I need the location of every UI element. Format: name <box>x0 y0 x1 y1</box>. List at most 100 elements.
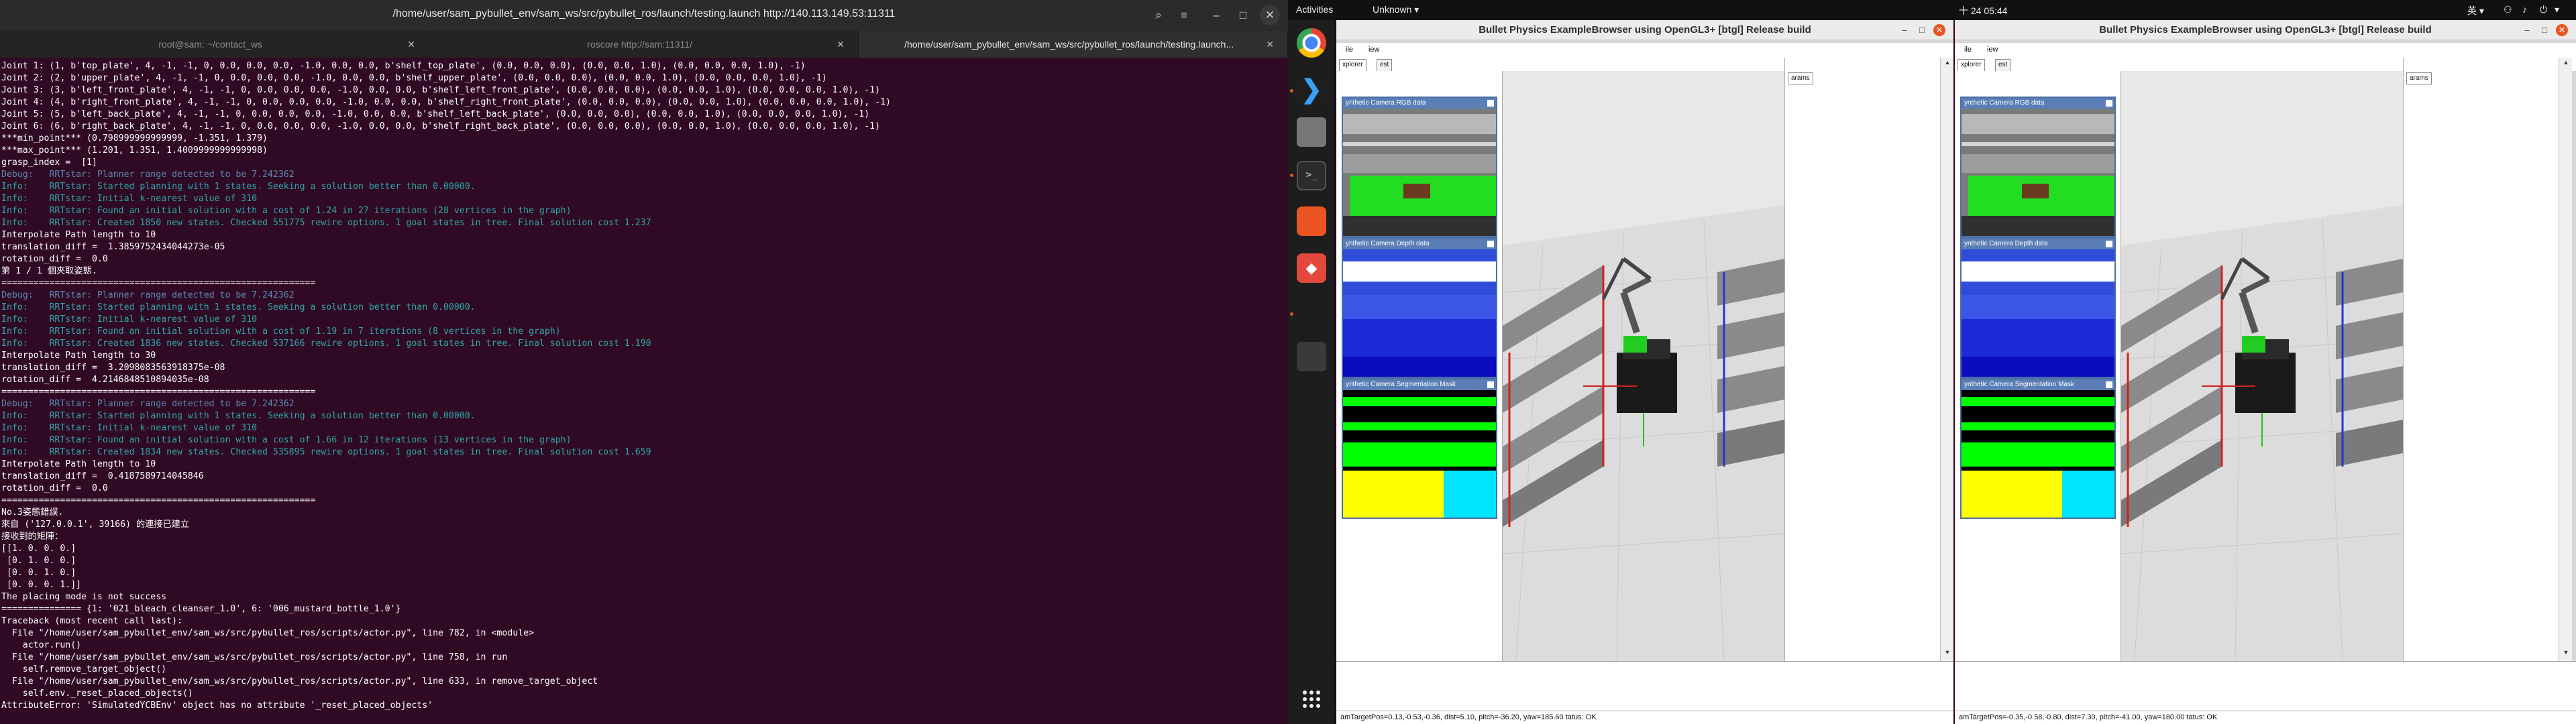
terminal-line: Info: RRTstar: Created 1836 new states. … <box>1 339 651 349</box>
power-icon[interactable]: ⏻ <box>2540 4 2547 15</box>
terminal-line: Traceback (most recent call last): <box>1 616 182 626</box>
running-indicator <box>1290 89 1293 93</box>
minimize-icon[interactable]: – <box>1898 24 1911 36</box>
panel-close-icon[interactable] <box>1487 381 1494 388</box>
terminal-line: 接收到的矩陣： <box>1 532 64 542</box>
rgb-camera-panel[interactable]: ynthetic Camera RGB data <box>1342 97 1497 237</box>
dock: ❯ >_ ◆ <box>1288 0 1335 724</box>
depth-camera-panel[interactable]: ynthetic Camera Depth data <box>1960 237 2116 378</box>
terminal-line: File "/home/user/sam_pybullet_env/sam_ws… <box>1 652 508 662</box>
panel-close-icon[interactable] <box>2106 381 2112 388</box>
terminal-line: [[1. 0. 0. 0.] <box>1 544 76 554</box>
terminal-line: Interpolate Path length to 30 <box>1 351 156 361</box>
files-icon[interactable] <box>1297 117 1326 147</box>
chevron-down-icon[interactable]: ▾ <box>2555 4 2559 15</box>
tab-label: roscore http://sam:11311/ <box>587 39 692 50</box>
console-pane[interactable] <box>1336 661 1953 711</box>
maximize-icon[interactable]: □ <box>2538 24 2551 36</box>
tab-explorer[interactable]: xplorer <box>1957 59 1985 71</box>
scroll-up-icon[interactable]: ▲ <box>2561 59 2571 68</box>
show-apps-icon[interactable] <box>1303 690 1320 708</box>
panel-close-icon[interactable] <box>1487 241 1494 247</box>
left-pane: ynthetic Camera RGB data ynthetic Camera… <box>1955 71 2121 661</box>
terminal-line: Info: RRTstar: Created 1850 new states. … <box>1 218 651 228</box>
software-icon[interactable] <box>1297 206 1326 236</box>
panel-header: ynthetic Camera RGB data <box>1962 98 2114 109</box>
scrollbar[interactable]: ▲ ▼ <box>2559 58 2572 661</box>
menu-file[interactable]: ile <box>1346 46 1353 54</box>
terminal-line: [0. 0. 1. 0.] <box>1 568 76 578</box>
chrome-icon[interactable] <box>1297 28 1326 58</box>
bullet-app-icon[interactable] <box>1297 342 1326 371</box>
3d-viewport[interactable] <box>1503 71 1784 661</box>
tab-test[interactable]: est <box>1377 59 1393 71</box>
tab-test[interactable]: est <box>1995 59 2011 71</box>
close-icon[interactable]: ✕ <box>1933 24 1945 36</box>
vscode-icon[interactable]: ❯ <box>1297 75 1326 105</box>
menu-view[interactable]: iew <box>1987 46 1998 54</box>
terminal-line: Debug: RRTstar: Planner range detected t… <box>1 399 294 409</box>
maximize-icon[interactable]: □ <box>1233 5 1253 25</box>
minimize-icon[interactable]: – <box>2521 24 2533 36</box>
minimize-icon[interactable]: – <box>1206 5 1226 25</box>
window-titlebar[interactable]: Bullet Physics ExampleBrowser using Open… <box>1955 20 2576 40</box>
close-icon[interactable]: ✕ <box>1260 5 1280 25</box>
search-icon[interactable]: ⌕ <box>1148 5 1169 25</box>
menu-file[interactable]: ile <box>1964 46 1972 54</box>
console-pane[interactable] <box>1955 661 2576 711</box>
terminal-line: 來自 ('127.0.0.1', 39166) 的連接已建立 <box>1 520 190 530</box>
maximize-icon[interactable]: □ <box>1916 24 1928 36</box>
terminal-line: Info: RRTstar: Initial k-nearest value o… <box>1 423 258 433</box>
network-icon[interactable]: ⚇ <box>2504 4 2512 15</box>
terminal-tab[interactable]: roscore http://sam:11311/ ✕ <box>429 31 859 58</box>
terminal-tab-active[interactable]: /home/user/sam_pybullet_env/sam_ws/src/p… <box>859 31 1288 58</box>
close-icon[interactable]: ✕ <box>2556 24 2568 36</box>
panel-close-icon[interactable] <box>1487 100 1494 107</box>
panel-title: ynthetic Camera Segmentation Mask <box>1964 381 2074 388</box>
tab-close-icon[interactable]: ✕ <box>837 31 845 58</box>
terminal-line: Interpolate Path length to 10 <box>1 230 156 240</box>
terminal-line: Debug: RRTstar: Planner range detected t… <box>1 290 294 300</box>
terminal-line: ========================================… <box>1 387 316 397</box>
tab-explorer[interactable]: xplorer <box>1339 59 1366 71</box>
git-icon[interactable]: ◆ <box>1297 253 1326 283</box>
bullet-window-2[interactable]: Bullet Physics ExampleBrowser using Open… <box>1955 20 2576 724</box>
panel-close-icon[interactable] <box>2106 241 2112 247</box>
menu-view[interactable]: iew <box>1368 46 1380 54</box>
terminal-icon[interactable]: >_ <box>1297 161 1326 190</box>
running-indicator <box>1290 312 1293 316</box>
segmentation-panel[interactable]: ynthetic Camera Segmentation Mask <box>1342 378 1497 519</box>
scroll-down-icon[interactable]: ▼ <box>1943 649 1952 658</box>
rgb-image <box>1962 109 2114 236</box>
tab-close-icon[interactable]: ✕ <box>1266 31 1274 58</box>
terminal-output[interactable]: Joint 1: (1, b'top_plate', 4, -1, -1, 0,… <box>0 60 1287 724</box>
tab-close-icon[interactable]: ✕ <box>407 31 415 58</box>
terminal-line: Info: RRTstar: Found an initial solution… <box>1 206 572 216</box>
clock[interactable]: 十 24 05:44 <box>1959 4 2007 17</box>
tab-params[interactable]: arams <box>1788 72 1813 84</box>
window-titlebar[interactable]: Bullet Physics ExampleBrowser using Open… <box>1336 20 1953 40</box>
3d-viewport[interactable] <box>2121 71 2403 661</box>
app-menu[interactable]: Unknown ▾ <box>1373 4 1419 15</box>
activities-button[interactable]: Activities <box>1296 4 1333 15</box>
panel-title: ynthetic Camera Depth data <box>1964 240 2048 247</box>
tab-params[interactable]: arams <box>2406 72 2432 84</box>
terminal-window[interactable]: /home/user/sam_pybullet_env/sam_ws/src/p… <box>0 0 1288 724</box>
depth-camera-panel[interactable]: ynthetic Camera Depth data <box>1342 237 1497 378</box>
scroll-up-icon[interactable]: ▲ <box>1943 59 1952 68</box>
panel-close-icon[interactable] <box>2106 100 2112 107</box>
rgb-camera-panel[interactable]: ynthetic Camera RGB data <box>1960 97 2116 237</box>
scroll-down-icon[interactable]: ▼ <box>2561 649 2571 658</box>
volume-icon[interactable]: ♪ <box>2522 4 2527 15</box>
segmentation-panel[interactable]: ynthetic Camera Segmentation Mask <box>1960 378 2116 519</box>
panel-header: ynthetic Camera Depth data <box>1343 239 1496 249</box>
bullet-window-1[interactable]: Bullet Physics ExampleBrowser using Open… <box>1336 20 1953 724</box>
terminal-line: ***min_point*** (0.798999999999999, -1.3… <box>1 133 268 143</box>
input-method[interactable]: 英 ▾ <box>2467 4 2484 17</box>
terminal-line: Interpolate Path length to 10 <box>1 459 156 469</box>
terminal-tab[interactable]: root@sam: ~/contact_ws ✕ <box>0 31 429 58</box>
menu-icon[interactable]: ≡ <box>1174 5 1194 25</box>
terminal-line: AttributeError: 'SimulatedYCBEnv' object… <box>1 701 433 711</box>
scrollbar[interactable]: ▲ ▼ <box>1940 58 1953 661</box>
terminal-line: self.env._reset_placed_objects() <box>1 688 193 699</box>
